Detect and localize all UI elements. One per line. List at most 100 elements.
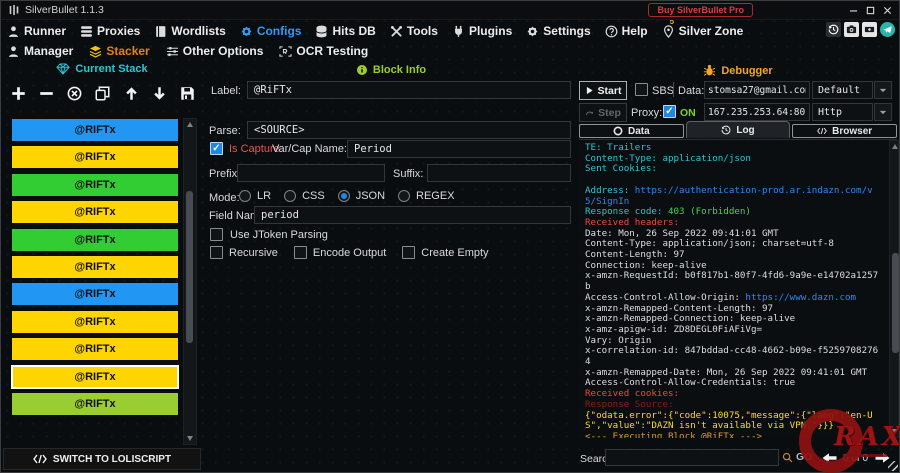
stack-block[interactable]: @RIFTx xyxy=(11,200,179,225)
mode-option-lr[interactable]: LR xyxy=(239,190,271,202)
proxy-type-caret-button[interactable] xyxy=(874,103,892,121)
stack-block[interactable]: @RIFTx xyxy=(11,227,179,252)
clear-icon xyxy=(67,86,82,101)
use-jtoken-parsing-checkbox[interactable] xyxy=(210,228,223,241)
search-go-button[interactable]: GO xyxy=(782,451,812,463)
add-block-button[interactable] xyxy=(8,83,28,103)
stack-block[interactable]: @RIFTx xyxy=(11,391,179,416)
menu-item-help[interactable]: Help xyxy=(605,24,648,38)
stack-block[interactable]: @RIFTx xyxy=(11,282,179,307)
scroll-up-icon[interactable] xyxy=(187,122,193,127)
menu-item-plugins[interactable]: Plugins xyxy=(452,24,512,38)
mode-radio-regex[interactable] xyxy=(398,190,411,202)
suffix-input[interactable] xyxy=(427,164,571,182)
debugger-log[interactable]: TE: Trailers Content-Type: application/js… xyxy=(579,139,897,438)
option-label: Create Empty xyxy=(421,246,489,259)
option-recursive[interactable]: Recursive xyxy=(210,246,278,259)
menu-item-ocr-testing[interactable]: OCR Testing xyxy=(279,44,368,58)
close-button[interactable] xyxy=(879,1,896,19)
field-name-input[interactable] xyxy=(254,206,571,224)
menu-item-silver-zone[interactable]: 5 Silver Zone xyxy=(662,17,743,38)
telegram-button[interactable] xyxy=(880,22,895,37)
maximize-button[interactable] xyxy=(862,1,879,19)
mode-option-regex[interactable]: REGEX xyxy=(398,190,455,202)
scroll-thumb[interactable] xyxy=(892,253,899,353)
switch-to-loliscript-button[interactable]: SWITCH TO LOLISCRIPT xyxy=(3,448,201,470)
recursive-checkbox[interactable] xyxy=(210,246,223,259)
is-capture-checkbox[interactable] xyxy=(210,142,223,155)
menu-item-tools[interactable]: Tools xyxy=(390,24,438,38)
parse-input[interactable] xyxy=(247,121,571,139)
menu-item-label: Wordlists xyxy=(171,24,226,38)
stack-block-label: @RIFTx xyxy=(74,315,116,328)
menu-item-proxies[interactable]: Proxies xyxy=(80,24,140,38)
data-input[interactable] xyxy=(704,81,810,99)
menu-item-stacker[interactable]: Stacker xyxy=(89,44,150,58)
sbs-checkbox[interactable] xyxy=(635,83,648,96)
option-encode-output[interactable]: Encode Output xyxy=(293,246,386,259)
move-down-block-button[interactable] xyxy=(150,83,170,103)
menu-item-settings[interactable]: Settings xyxy=(526,24,591,38)
stack-block-label: @RIFTx xyxy=(74,206,116,219)
step-label: Step xyxy=(598,106,621,119)
mode-option-json[interactable]: JSON xyxy=(337,190,385,202)
tab-data[interactable]: Data xyxy=(579,124,684,138)
save-block-button[interactable] xyxy=(178,83,198,103)
stack-block[interactable]: @RIFTx xyxy=(11,254,179,279)
menu-item-manager[interactable]: Manager xyxy=(7,44,73,58)
proxy-input[interactable] xyxy=(704,103,810,121)
tab-log[interactable]: Log xyxy=(685,121,791,138)
history-button[interactable] xyxy=(826,22,841,37)
mode-radio-css[interactable] xyxy=(284,190,297,202)
start-button[interactable]: Start xyxy=(579,81,627,100)
label-input[interactable] xyxy=(247,81,571,99)
tab-data-icon xyxy=(613,126,623,136)
varcap-input[interactable] xyxy=(347,140,571,158)
stack-block[interactable]: @RIFTx xyxy=(11,118,179,142)
move-up-block-button[interactable] xyxy=(121,83,141,103)
stack-block[interactable]: @RIFTx xyxy=(11,364,179,389)
log-scrollbar[interactable] xyxy=(889,140,899,438)
mode-option-css[interactable]: CSS xyxy=(284,190,325,202)
proxy-checkbox[interactable] xyxy=(663,105,676,118)
money-button[interactable] xyxy=(862,22,877,37)
stack-block[interactable]: @RIFTx xyxy=(11,145,179,170)
stack-block[interactable]: @RIFTx xyxy=(11,309,179,334)
menu-item-hits-db[interactable]: Hits DB xyxy=(315,24,376,38)
scroll-up-icon[interactable] xyxy=(892,144,898,149)
mode-label: LR xyxy=(257,190,272,202)
step-button[interactable]: Step xyxy=(579,103,627,122)
mode-radio-lr[interactable] xyxy=(239,190,251,202)
wordlist-type-caret-button[interactable] xyxy=(874,81,892,99)
remove-block-button[interactable] xyxy=(36,83,56,103)
tab-browser[interactable]: Browser xyxy=(792,124,898,138)
mode-radio-json[interactable] xyxy=(337,190,350,202)
menu-item-wordlists[interactable]: Wordlists xyxy=(154,24,226,38)
search-prev-button[interactable] xyxy=(821,452,838,464)
minimize-button[interactable] xyxy=(845,1,862,19)
stack-block[interactable]: @RIFTx xyxy=(11,172,179,197)
scroll-thumb[interactable] xyxy=(186,191,193,343)
buy-pro-button[interactable]: Buy SilverBullet Pro xyxy=(648,3,753,17)
option-create-empty[interactable]: Create Empty xyxy=(402,246,489,259)
wordlist-type-dropdown[interactable]: Default xyxy=(812,81,873,99)
camera-button[interactable] xyxy=(844,22,859,37)
ocr-icon xyxy=(279,45,292,58)
encode-output-checkbox[interactable] xyxy=(293,246,307,259)
scroll-down-icon[interactable] xyxy=(892,429,898,434)
scroll-down-icon[interactable] xyxy=(187,436,193,441)
menu-item-other-options[interactable]: Other Options xyxy=(166,44,263,58)
create-empty-checkbox[interactable] xyxy=(402,246,416,259)
debugger-header: Debugger xyxy=(579,64,897,77)
search-input[interactable] xyxy=(605,449,779,466)
proxy-type-dropdown[interactable]: Http xyxy=(812,103,873,121)
clone-block-button[interactable] xyxy=(93,83,113,103)
menu-item-configs[interactable]: Configs xyxy=(240,24,301,38)
gear-icon xyxy=(526,25,539,38)
prefix-input[interactable] xyxy=(237,164,385,182)
menu-item-runner[interactable]: Runner xyxy=(7,24,66,38)
stack-scrollbar[interactable] xyxy=(183,118,197,445)
clear-block-button[interactable] xyxy=(65,83,85,103)
resize-grip[interactable] xyxy=(888,461,898,471)
stack-block[interactable]: @RIFTx xyxy=(11,337,179,362)
